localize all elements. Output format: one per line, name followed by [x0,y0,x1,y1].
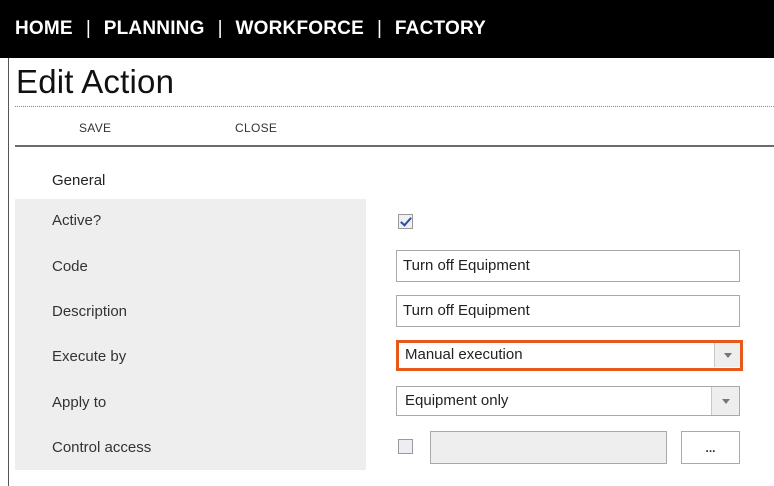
section-title-general: General [52,172,106,189]
nav-item-home[interactable]: HOME [15,18,73,40]
top-nav: HOME | PLANNING | WORKFORCE | FACTORY [0,0,774,58]
code-label: Code [52,258,88,275]
execute-by-select[interactable]: Manual execution [396,340,743,371]
close-button[interactable]: CLOSE [235,121,277,135]
chevron-down-icon[interactable] [711,387,739,415]
control-access-input[interactable] [430,431,667,464]
control-access-checkbox[interactable] [398,439,413,454]
title-divider [15,106,774,107]
nav-separator: | [85,18,91,39]
label-panel [15,199,366,470]
page-title: Edit Action [16,63,175,100]
execute-by-value: Manual execution [405,346,523,363]
description-label: Description [52,303,128,320]
toolbar-divider [15,145,774,147]
nav-separator: | [217,18,223,39]
save-button[interactable]: SAVE [79,121,111,135]
code-input[interactable]: Turn off Equipment [396,250,740,282]
description-input[interactable]: Turn off Equipment [396,295,740,327]
active-label: Active? [52,212,102,229]
active-checkbox[interactable] [398,214,413,229]
apply-to-value: Equipment only [405,392,509,409]
nav-item-workforce[interactable]: WORKFORCE [236,18,364,40]
nav-separator: | [376,18,382,39]
chevron-down-icon[interactable] [714,343,740,367]
content-frame-border [8,58,9,486]
nav-item-factory[interactable]: FACTORY [395,18,486,40]
apply-to-select[interactable]: Equipment only [396,386,740,416]
lookup-button[interactable]: ... [681,431,740,464]
control-access-label: Control access [52,439,152,456]
apply-to-label: Apply to [52,394,107,411]
execute-by-label: Execute by [52,348,127,365]
nav-item-planning[interactable]: PLANNING [104,18,205,40]
